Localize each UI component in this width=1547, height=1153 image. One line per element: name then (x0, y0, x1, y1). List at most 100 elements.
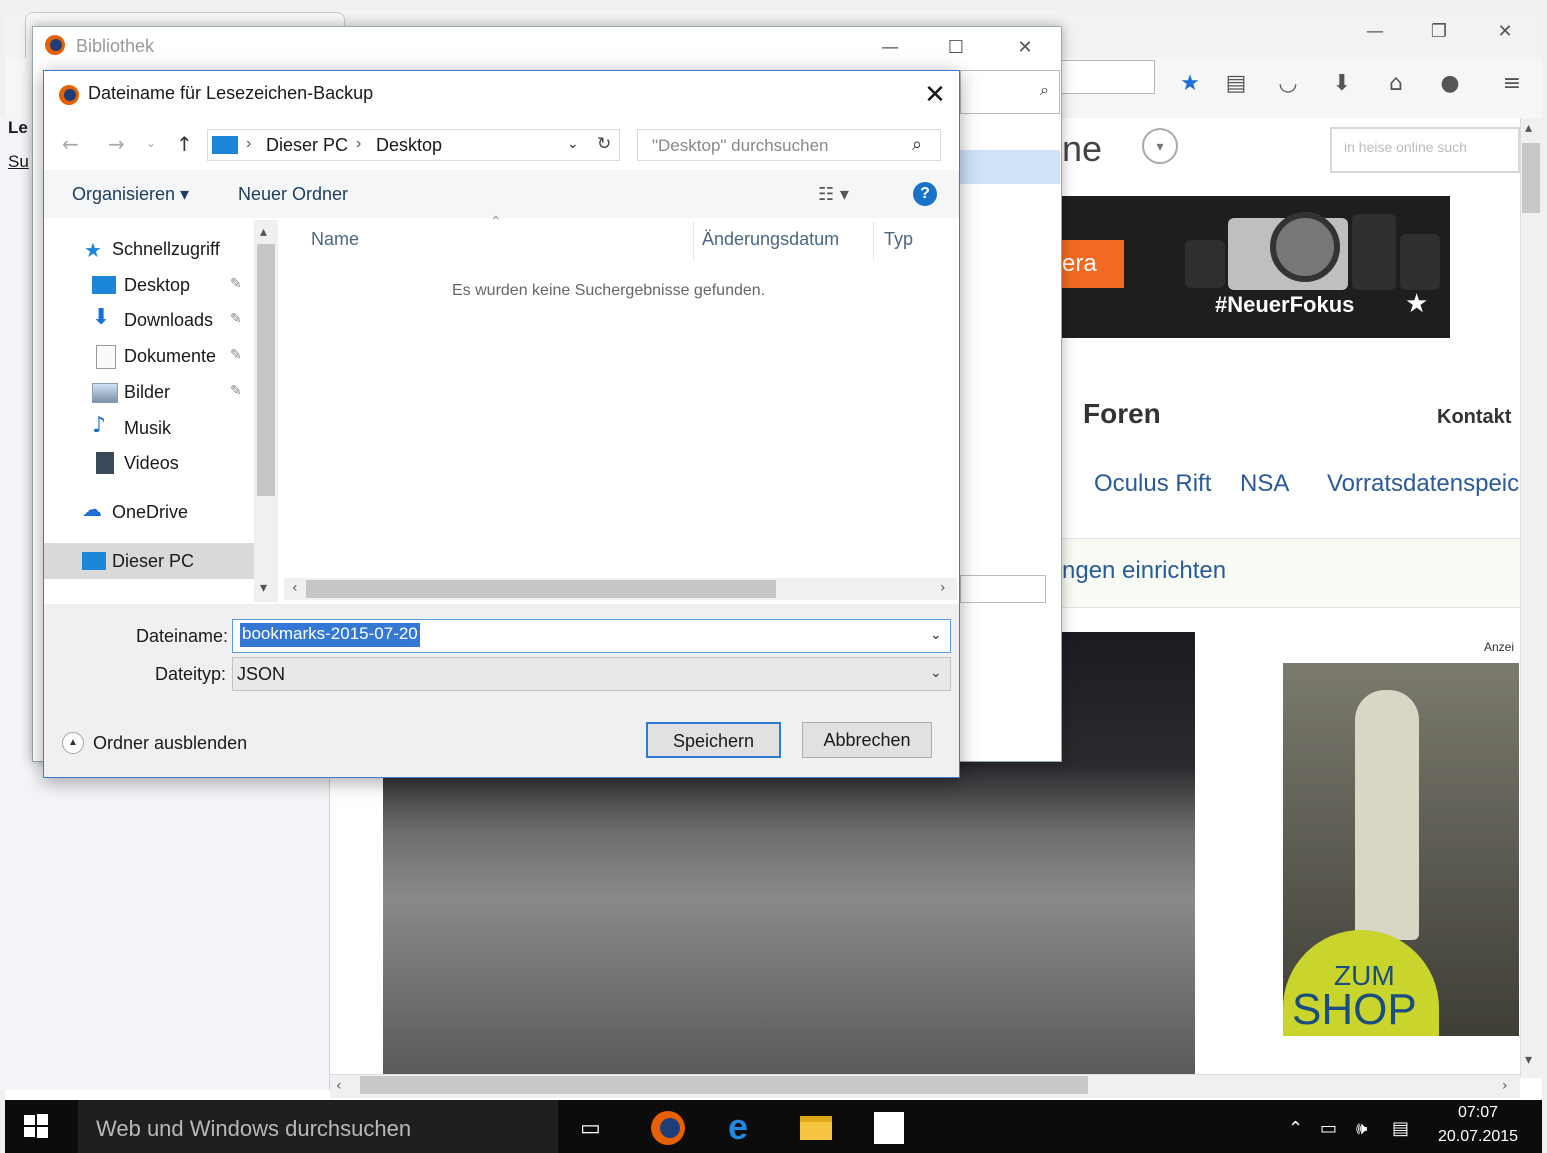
organize-button[interactable]: Organisieren ▾ (72, 184, 189, 205)
ad-shop-text: SHOP (1292, 985, 1417, 1034)
minimize-icon[interactable]: — (860, 28, 920, 68)
breadcrumb-this-pc[interactable]: Dieser PC (266, 135, 348, 156)
scroll-right-icon[interactable]: › (1502, 1078, 1508, 1094)
close-icon[interactable]: ✕ (1475, 12, 1535, 52)
nav-item-downloads[interactable]: ⬇ Downloads ✎ (44, 303, 254, 337)
column-header-type[interactable]: Typ (884, 229, 913, 250)
chevron-down-icon[interactable]: ▾ (1142, 128, 1178, 164)
breadcrumb-desktop[interactable]: Desktop (376, 135, 442, 156)
topic-link[interactable]: NSA (1240, 470, 1289, 498)
file-list-scroll-thumb[interactable] (306, 580, 776, 598)
windows-start-icon[interactable] (22, 1112, 50, 1140)
download-icon[interactable]: ⬇ (1322, 64, 1362, 104)
clock-date[interactable]: 20.07.2015 (1438, 1128, 1518, 1146)
scroll-up-icon[interactable]: ▴ (260, 224, 267, 240)
topic-link[interactable]: Oculus Rift (1094, 470, 1211, 498)
search-icon[interactable]: ⌕ (912, 134, 922, 155)
folder-search-input[interactable]: "Desktop" durchsuchen (637, 129, 941, 161)
restore-icon[interactable]: ❐ (1409, 12, 1469, 52)
edge-icon[interactable]: e (728, 1106, 748, 1148)
forward-arrow-icon[interactable]: → (108, 132, 125, 156)
nav-item-onedrive[interactable]: ☁ OneDrive (44, 495, 254, 529)
page-vertical-scroll-thumb[interactable] (1522, 143, 1540, 213)
nav-item-documents[interactable]: Dokumente ✎ (44, 339, 254, 373)
save-button[interactable]: Speichern (646, 722, 781, 758)
volume-icon[interactable]: 🕪 (1356, 1118, 1367, 1139)
star-icon[interactable]: ★ (1170, 64, 1210, 104)
page-vertical-scrollbar[interactable] (1520, 118, 1542, 1078)
task-view-icon[interactable]: ▭ (580, 1116, 601, 1141)
camera-lens (1270, 212, 1340, 282)
chevron-down-icon[interactable]: ⌄ (930, 665, 942, 681)
pin-icon[interactable]: ✎ (230, 276, 242, 292)
topic-link[interactable]: Vorratsdatenspeic (1327, 470, 1519, 498)
library-selected-row[interactable] (960, 150, 1060, 184)
action-center-icon[interactable]: ▤ (1392, 1118, 1409, 1139)
pin-icon[interactable]: ✎ (230, 311, 242, 327)
clock-time[interactable]: 07:07 (1458, 1104, 1498, 1122)
site-logo[interactable]: ne (1062, 128, 1102, 170)
filename-value[interactable]: bookmarks-2015-07-20 (240, 623, 420, 647)
column-header-date[interactable]: Änderungsdatum (702, 229, 839, 250)
pocket-icon[interactable]: ◡ (1268, 64, 1308, 104)
search-icon[interactable]: ⌕ (1040, 80, 1049, 100)
file-explorer-icon[interactable] (800, 1116, 832, 1140)
new-folder-button[interactable]: Neuer Ordner (238, 184, 348, 205)
close-icon[interactable]: ✕ (918, 78, 952, 112)
refresh-icon[interactable]: ↻ (597, 134, 611, 154)
nav-item-this-pc[interactable]: Dieser PC (44, 544, 254, 578)
nav-pane-scroll-thumb[interactable] (257, 244, 275, 496)
site-search-input[interactable]: in heise online such (1330, 127, 1520, 173)
chat-icon[interactable]: ● (1430, 64, 1470, 104)
view-options-icon[interactable]: ☷ ▾ (818, 184, 849, 205)
banner-hashtag: #NeuerFokus (1215, 292, 1355, 317)
video-icon (96, 452, 114, 474)
firefox-icon[interactable] (650, 1110, 686, 1146)
close-icon[interactable]: ✕ (995, 28, 1055, 68)
maximize-icon[interactable]: ☐ (926, 28, 986, 68)
home-icon[interactable]: ⌂ (1376, 64, 1416, 104)
column-header-name[interactable]: Name (311, 229, 359, 250)
chevron-up-icon[interactable]: ▲ (62, 732, 84, 754)
nav-kontakt[interactable]: Kontakt (1437, 406, 1511, 429)
store-icon[interactable] (874, 1112, 904, 1144)
chevron-up-icon[interactable]: ⌃ (1288, 1118, 1303, 1139)
scroll-down-icon[interactable]: ▾ (1525, 1052, 1532, 1068)
scroll-up-icon[interactable]: ▴ (1525, 120, 1532, 136)
chevron-down-icon[interactable]: ⌄ (567, 136, 579, 152)
nav-item-music[interactable]: ♪ Musik (44, 411, 254, 445)
filetype-select[interactable] (232, 657, 951, 691)
taskbar-search-placeholder[interactable]: Web und Windows durchsuchen (96, 1116, 411, 1142)
pin-icon[interactable]: ✎ (230, 383, 242, 399)
network-icon[interactable]: ▭ (1320, 1118, 1337, 1139)
library-field[interactable] (960, 575, 1046, 603)
scroll-left-icon[interactable]: ‹ (292, 580, 298, 596)
browser-search-box[interactable] (1055, 60, 1155, 94)
filetype-value[interactable]: JSON (237, 664, 285, 685)
column-divider[interactable] (873, 222, 874, 260)
chevron-down-icon[interactable]: ⌄ (930, 627, 942, 643)
hide-folders-toggle[interactable]: Ordner ausblenden (93, 733, 247, 754)
sort-ascending-icon: ⌃ (490, 214, 502, 230)
column-divider[interactable] (693, 222, 694, 260)
nav-item-pictures[interactable]: Bilder ✎ (44, 375, 254, 409)
notice-link[interactable]: ngen einrichten (1062, 557, 1226, 585)
reading-list-icon[interactable]: ▤ (1216, 64, 1256, 104)
library-left-link[interactable]: Su (8, 152, 29, 172)
scroll-right-icon[interactable]: › (940, 580, 946, 596)
cancel-button[interactable]: Abbrechen (802, 722, 932, 758)
back-arrow-icon[interactable]: ← (62, 132, 79, 156)
minimize-icon[interactable]: — (1345, 12, 1405, 52)
scroll-left-icon[interactable]: ‹ (336, 1078, 342, 1094)
up-arrow-icon[interactable]: ↑ (176, 132, 193, 156)
menu-icon[interactable]: ≡ (1492, 64, 1532, 104)
nav-item-videos[interactable]: Videos (44, 446, 254, 480)
pin-icon[interactable]: ✎ (230, 347, 242, 363)
page-horizontal-scroll-thumb[interactable] (360, 1076, 1088, 1094)
nav-foren[interactable]: Foren (1083, 398, 1161, 430)
nav-item-quick-access[interactable]: ★ Schnellzugriff (44, 232, 254, 266)
history-chevron-icon[interactable]: ⌄ (146, 136, 156, 150)
nav-item-desktop[interactable]: Desktop ✎ (44, 268, 254, 302)
help-icon[interactable]: ? (913, 182, 937, 206)
scroll-down-icon[interactable]: ▾ (260, 580, 267, 596)
